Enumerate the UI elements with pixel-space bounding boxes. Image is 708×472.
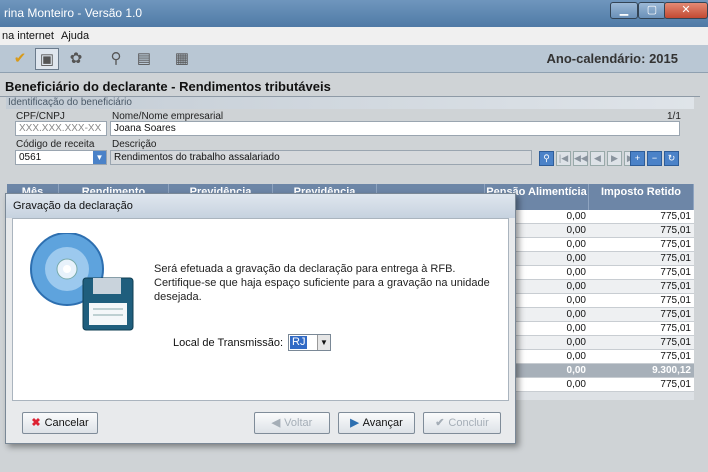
table-row[interactable]: 0,00 775,01 <box>485 294 694 308</box>
imposto-cell: 775,01 <box>589 210 694 224</box>
window-title: rina Monteiro - Versão 1.0 <box>4 6 143 20</box>
back-button[interactable]: ◀ Voltar <box>254 412 330 434</box>
year-label: Ano-calendário: 2015 <box>546 51 679 66</box>
message-line-1: Será efetuada a gravação da declaração p… <box>154 263 456 275</box>
remove-icon[interactable]: − <box>647 151 662 166</box>
table-row[interactable]: 0,00 775,01 <box>485 224 694 238</box>
table-row[interactable]: 0,00 775,01 <box>485 238 694 252</box>
total-row[interactable]: 0,00 9.300,12 <box>485 364 694 378</box>
table-row[interactable]: 0,00 775,01 <box>485 308 694 322</box>
codigo-select[interactable]: 0561 ▼ <box>15 150 107 165</box>
imposto-cell: 775,01 <box>589 294 694 308</box>
cancel-label: Cancelar <box>44 417 89 429</box>
table-rows: 0,00 775,01 0,00 775,01 0,00 775,01 0,00 775,01… <box>485 210 694 392</box>
next-label: Avançar <box>362 417 403 429</box>
imposto-cell: 775,01 <box>589 350 694 364</box>
table-row[interactable]: 0,00 775,01 <box>485 350 694 364</box>
menu-ajuda[interactable]: Ajuda <box>61 30 89 42</box>
table-row[interactable]: 0,00 775,01 <box>485 252 694 266</box>
close-icon: ✖ <box>31 417 41 429</box>
chevron-down-icon[interactable]: ▼ <box>93 151 106 164</box>
prev-page-icon[interactable]: ◀◀ <box>573 151 588 166</box>
codigo-label: Código de receita <box>16 139 95 150</box>
dialog-body: Será efetuada a gravação da declaração p… <box>12 218 509 401</box>
table-row[interactable]: 0,00 775,01 <box>485 322 694 336</box>
back-icon: ◀ <box>271 417 281 429</box>
header-imposto: Imposto Retido <box>589 184 694 210</box>
cancel-button[interactable]: ✖ Cancelar <box>22 412 98 434</box>
imposto-cell: 9.300,12 <box>589 364 694 378</box>
minimize-button[interactable]: ▁ <box>610 2 638 19</box>
imposto-cell: 775,01 <box>589 322 694 336</box>
next-icon[interactable]: ▶ <box>607 151 622 166</box>
back-label: Voltar <box>284 417 313 429</box>
first-icon[interactable]: |◀ <box>556 151 571 166</box>
finish-label: Concluir <box>448 417 489 429</box>
check-icon: ✔ <box>435 417 445 429</box>
table-row[interactable]: 0,00 775,01 <box>485 280 694 294</box>
maximize-button[interactable]: ▢ <box>638 2 666 19</box>
cd-floppy-icon <box>30 233 134 331</box>
section-header: Identificação do beneficiário <box>6 97 694 109</box>
add-icon[interactable]: + <box>630 151 645 166</box>
imposto-cell: 775,01 <box>589 280 694 294</box>
imposto-cell: 775,01 <box>589 378 694 392</box>
menu-internet[interactable]: na internet <box>2 30 54 42</box>
check-icon[interactable]: ✔ <box>8 48 32 70</box>
close-button[interactable]: ✕ <box>664 2 708 19</box>
save-icon[interactable]: ▣ <box>35 48 59 70</box>
finish-button[interactable]: ✔ Concluir <box>423 412 501 434</box>
name-input[interactable]: Joana Soares <box>110 121 680 136</box>
codigo-value: 0561 <box>19 152 42 163</box>
prev-icon[interactable]: ◀ <box>590 151 605 166</box>
window-titlebar: rina Monteiro - Versão 1.0 ▁ ▢ ✕ <box>0 0 708 27</box>
chevron-down-icon[interactable]: ▼ <box>317 335 330 350</box>
location-select[interactable]: RJ ▼ <box>288 334 331 351</box>
transmit-icon[interactable]: ✿ <box>64 48 88 70</box>
inspect-icon[interactable]: ⚲ <box>104 48 128 70</box>
refresh-icon[interactable]: ↻ <box>664 151 679 166</box>
message-line-2: Certifique-se que haja espaço suficiente… <box>154 277 490 289</box>
imposto-cell: 775,01 <box>589 336 694 350</box>
calculator-icon[interactable]: ▤ <box>132 48 156 70</box>
message-line-3: desejada. <box>154 291 202 303</box>
menu-bar: na internet Ajuda <box>0 27 708 45</box>
next-button[interactable]: ▶ Avançar <box>338 412 415 434</box>
dialog-title: Gravação da declaração <box>6 194 515 218</box>
imposto-cell: 775,01 <box>589 266 694 280</box>
page-title: Beneficiário do declarante - Rendimentos… <box>5 79 331 94</box>
descricao-label: Descrição <box>112 139 157 150</box>
save-dialog: Gravação da declaração Será efetuada a g… <box>5 193 516 444</box>
toolbar: ✔ ▣ ✿ ⚲ ▤ ▦ Ano-calendário: 2015 <box>0 45 708 73</box>
document-icon[interactable]: ▦ <box>170 48 194 70</box>
location-value: RJ <box>290 336 308 349</box>
search-icon[interactable]: ⚲ <box>539 151 554 166</box>
location-label: Local de Transmissão: <box>173 337 284 349</box>
table-row[interactable]: 0,00 775,01 <box>485 378 694 392</box>
imposto-cell: 775,01 <box>589 238 694 252</box>
imposto-cell: 775,01 <box>589 224 694 238</box>
imposto-cell: 775,01 <box>589 252 694 266</box>
dialog-message: Será efetuada a gravação da declaração p… <box>154 262 490 304</box>
imposto-cell: 775,01 <box>589 308 694 322</box>
table-row[interactable]: 0,00 775,01 <box>485 210 694 224</box>
table-row[interactable]: 0,00 775,01 <box>485 266 694 280</box>
cpf-input[interactable]: XXX.XXX.XXX-XX <box>15 121 107 136</box>
descricao-field: Rendimentos do trabalho assalariado <box>110 150 532 165</box>
table-row[interactable]: 0,00 775,01 <box>485 336 694 350</box>
forward-icon: ▶ <box>350 417 359 429</box>
